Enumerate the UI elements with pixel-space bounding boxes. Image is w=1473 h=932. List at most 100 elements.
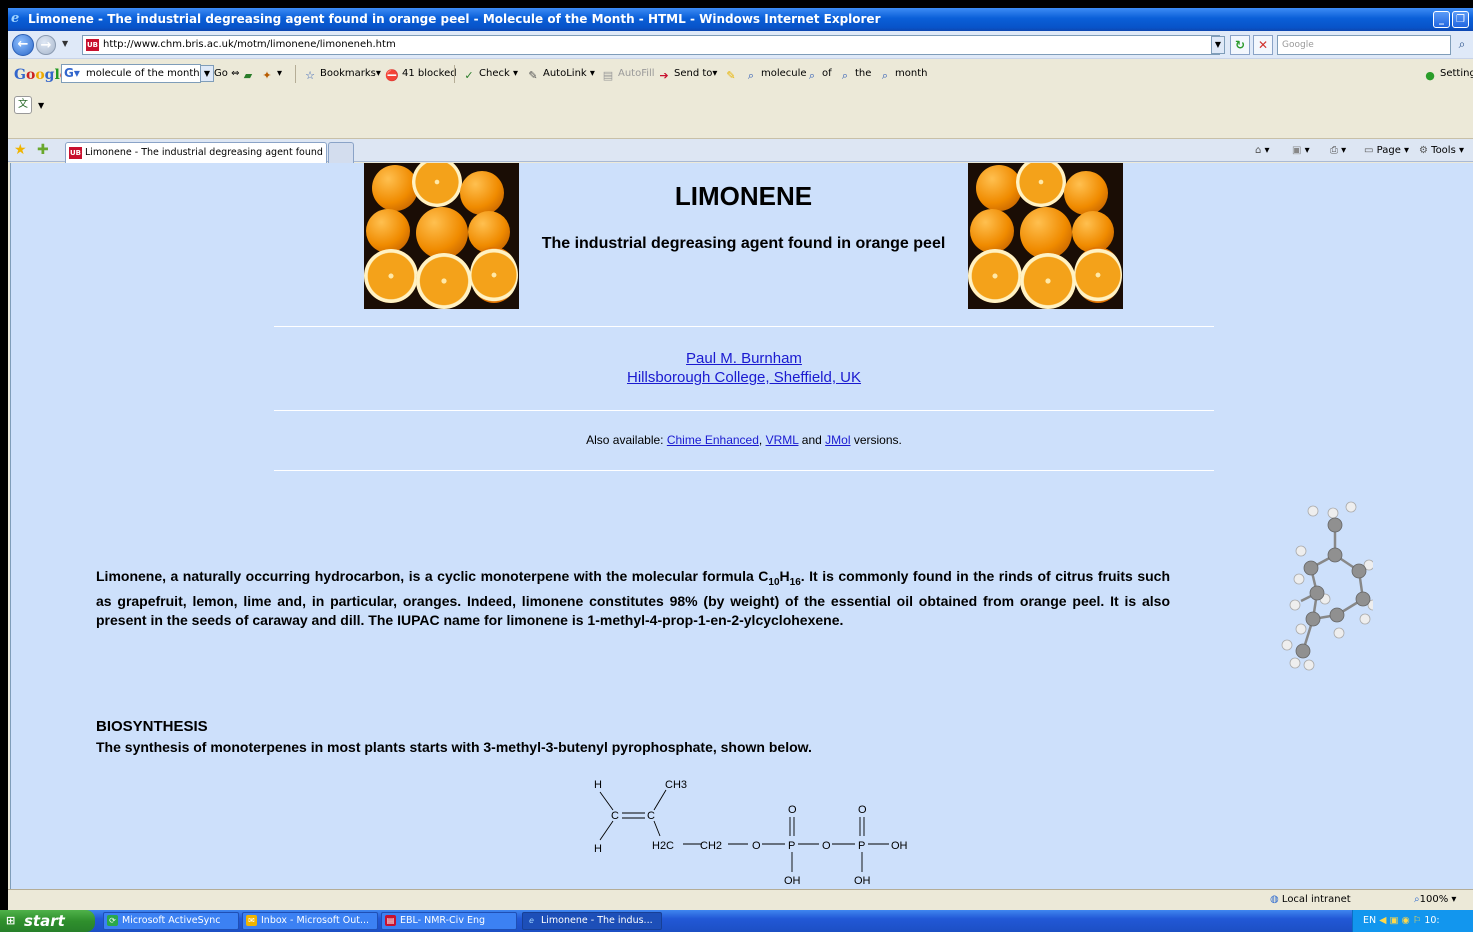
pagerank-icon[interactable]: ▰ <box>241 67 258 83</box>
divider <box>274 326 1214 327</box>
divider <box>274 470 1214 471</box>
stop-button[interactable]: ✕ <box>1253 35 1273 55</box>
term-of-button[interactable]: ⌕ of <box>805 67 832 83</box>
print-button[interactable]: ⎙ ▾ <box>1330 144 1346 158</box>
task-limonene[interactable]: e Limonene - The indus... <box>522 912 662 930</box>
autolink-button[interactable]: ✎ AutoLink ▾ <box>526 67 595 83</box>
refresh-button[interactable]: ↻ <box>1230 35 1250 55</box>
feeds-button[interactable]: ▣ ▾ <box>1292 144 1310 158</box>
term-molecule-button[interactable]: ⌕ molecule <box>744 67 807 83</box>
author-block: Paul M. Burnham Hillsborough College, Sh… <box>274 349 1214 387</box>
popup-blocker-button[interactable]: ⛔ 41 blocked <box>385 67 456 83</box>
intro-text: Limonene, a naturally occurring hydrocar… <box>96 568 769 584</box>
atom-label: H2C <box>652 840 674 852</box>
search-icon[interactable]: ⌕ <box>1453 35 1471 55</box>
ch3-label: CH3 <box>665 779 687 791</box>
news-icon[interactable]: ✦ ▾ <box>260 67 282 83</box>
recent-pages-dropdown-icon[interactable]: ▼ <box>62 39 68 48</box>
printer-icon: ⎙ <box>1330 145 1338 156</box>
autofill-label: AutoFill <box>618 68 655 79</box>
term-the-button[interactable]: ⌕ the <box>838 67 872 83</box>
magnifier-icon: ⌕ <box>808 69 816 82</box>
site-favicon-icon: UB <box>69 147 82 159</box>
tray-icons[interactable]: ◀ ▣ ◉ ⚐ <box>1379 915 1421 926</box>
autolink-label: AutoLink <box>543 68 587 79</box>
intro-paragraph: Limonene, a naturally occurring hydrocar… <box>96 567 1170 630</box>
highlighter-icon[interactable]: ✎ <box>724 67 741 83</box>
bookmarks-button[interactable]: ☆ Bookmarks▾ <box>303 67 381 83</box>
also-separator: and <box>798 433 826 447</box>
author-name-link[interactable]: Paul M. Burnham <box>274 349 1214 368</box>
page-menu[interactable]: ▭ Page ▾ <box>1364 144 1409 158</box>
task-label: Inbox - Microsoft Out... <box>261 915 369 926</box>
tools-menu[interactable]: ⚙ Tools ▾ <box>1419 144 1464 158</box>
favorites-star-icon[interactable]: ★ <box>14 143 27 157</box>
author-affiliation-link[interactable]: Hillsborough College, Sheffield, UK <box>274 368 1214 387</box>
autofill-button[interactable]: ▤ AutoFill <box>601 67 655 83</box>
minimize-button[interactable]: _ <box>1433 11 1450 28</box>
restore-button[interactable]: ❐ <box>1452 11 1469 28</box>
atom-label: CH2 <box>700 840 722 852</box>
jmol-link[interactable]: JMol <box>825 433 850 447</box>
toolbar-separator <box>454 65 455 83</box>
status-bar: ◍ Local intranet ⌕100% ▾ <box>8 889 1473 910</box>
go-label: Go <box>214 68 228 79</box>
language-indicator[interactable]: EN <box>1363 915 1376 926</box>
tab-limonene[interactable]: UB Limonene - The industrial degreasing … <box>65 142 327 164</box>
google-search-input[interactable]: G▾ molecule of the month <box>61 64 201 83</box>
term-month-button[interactable]: ⌕ month <box>878 67 928 83</box>
ie-icon: e <box>529 916 534 925</box>
term-label: of <box>822 68 832 79</box>
document-icon: ▤ <box>385 915 396 926</box>
biosynthesis-heading: BIOSYNTHESIS <box>96 718 208 735</box>
home-icon: ⌂ <box>1255 145 1262 156</box>
pyrophosphate-structure-diagram: H CH3 C C H H2C CH2 O P O P OH O O OH OH <box>594 779 908 887</box>
home-button[interactable]: ⌂ ▾ <box>1255 144 1270 158</box>
address-dropdown-icon[interactable]: ▼ <box>1211 36 1225 54</box>
settings-label: Settings <box>1440 68 1473 79</box>
spellcheck-button[interactable]: ✓ Check ▾ <box>462 67 518 83</box>
tools-menu-label: Tools <box>1431 145 1456 156</box>
task-activesync[interactable]: ⟳ Microsoft ActiveSync <box>103 912 239 930</box>
formula-subscript: 16 <box>789 576 801 588</box>
page-subtitle: The industrial degreasing agent found in… <box>541 235 946 252</box>
start-button[interactable]: ⊞ start <box>0 910 95 932</box>
limonene-3d-model-image <box>1281 501 1373 671</box>
divider <box>274 410 1214 411</box>
atom-label: CH3 <box>665 779 687 791</box>
biosynthesis-text: The synthesis of monoterpenes in most pl… <box>96 739 812 755</box>
google-search-dropdown-icon[interactable]: ▼ <box>200 65 214 82</box>
atom-label: O <box>858 804 867 816</box>
tab-label: Limonene - The industrial degreasing age… <box>85 147 327 158</box>
task-outlook[interactable]: ✉ Inbox - Microsoft Out... <box>242 912 378 930</box>
feed-icon: ▣ <box>1292 145 1302 156</box>
translate-dropdown-icon[interactable]: ▼ <box>38 101 44 110</box>
vrml-link[interactable]: VRML <box>766 433 799 447</box>
also-available-line: Also available: Chime Enhanced, VRML and… <box>274 433 1214 447</box>
translate-icon[interactable]: 文 <box>14 96 32 114</box>
task-ebl[interactable]: ▤ EBL- NMR-Civ Eng <box>381 912 517 930</box>
google-go-button[interactable]: Go ⇔ <box>214 67 239 81</box>
search-input[interactable]: Google <box>1277 35 1451 55</box>
settings-button[interactable]: ● Settings <box>1423 67 1473 83</box>
zoom-control[interactable]: ⌕100% ▾ <box>1414 894 1456 905</box>
formula-subscript: 10 <box>768 576 780 588</box>
address-field[interactable]: UB http://www.chm.bris.ac.uk/motm/limone… <box>82 35 1220 55</box>
new-tab-button[interactable] <box>328 142 354 164</box>
atom-label: OH <box>891 840 908 852</box>
popup-blocker-icon: ⛔ <box>385 69 399 82</box>
back-button[interactable]: ← <box>12 34 34 56</box>
toolbar-separator <box>295 65 296 83</box>
chime-enhanced-link[interactable]: Chime Enhanced <box>667 433 759 447</box>
title-bar: e Limonene - The industrial degreasing a… <box>8 8 1473 31</box>
forward-button[interactable]: → <box>36 35 56 55</box>
also-prefix: Also available: <box>586 433 667 447</box>
send-to-button[interactable]: ➔ Send to▾ <box>657 67 717 83</box>
taskbar: ⊞ start ⟳ Microsoft ActiveSync ✉ Inbox - Mi… <box>0 910 1473 932</box>
atom-label: OH <box>784 875 801 887</box>
clock[interactable]: 10: <box>1424 915 1439 926</box>
check-label: Check <box>479 68 510 79</box>
add-favorites-icon[interactable]: ✚ <box>37 143 49 157</box>
window-title: Limonene - The industrial degreasing age… <box>28 12 881 26</box>
intro-text: H <box>779 568 790 584</box>
